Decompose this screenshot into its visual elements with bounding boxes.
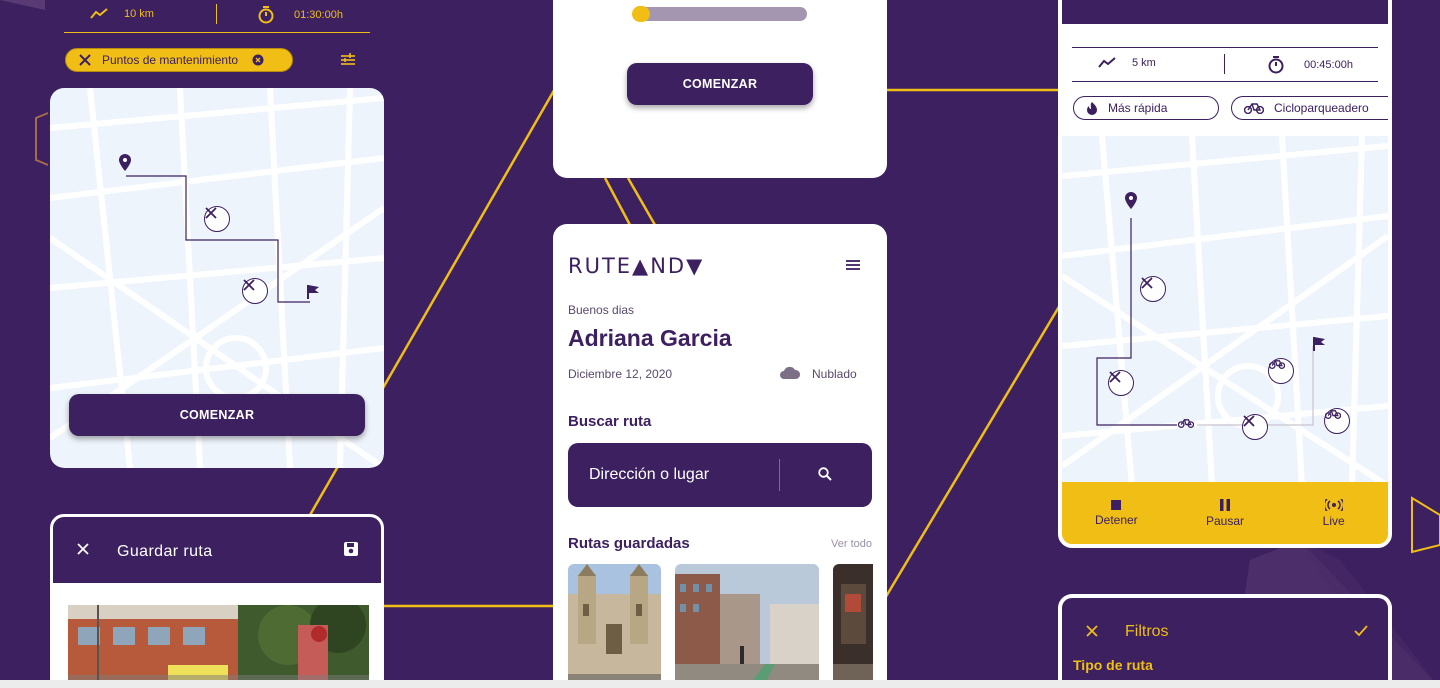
bike-parking-chip[interactable]: Cicloparqueadero (1231, 96, 1388, 120)
active-route-card: 5 km 00:45:00h Más rápida Cicloparqueade… (1058, 0, 1392, 548)
progress-thumb[interactable] (632, 6, 650, 22)
trend-icon (90, 8, 108, 20)
maintenance-point-icon[interactable] (204, 206, 230, 232)
close-icon[interactable] (77, 543, 89, 555)
stop-button[interactable]: Detener (1062, 482, 1171, 544)
saved-route-card[interactable] (568, 564, 661, 688)
check-icon[interactable] (1354, 625, 1368, 637)
filters-title: Filtros (1125, 623, 1169, 640)
maintenance-point-icon[interactable] (1108, 370, 1134, 396)
filters-card: Filtros Tipo de ruta (1058, 594, 1392, 688)
maintenance-point-icon[interactable] (1140, 276, 1166, 302)
time-value: 00:45:00h (1304, 59, 1353, 71)
design-canvas: 10 km 01:30:00h Puntos de mantenimiento (0, 0, 1440, 688)
bike-parking-chip-label: Cicloparqueadero (1274, 101, 1369, 115)
weather: Nublado (812, 367, 857, 381)
route-photo (68, 605, 369, 688)
trend-icon (1098, 57, 1116, 69)
maintenance-chip[interactable]: Puntos de mantenimiento (65, 48, 293, 72)
fastest-chip[interactable]: Más rápida (1073, 96, 1219, 120)
search-input[interactable]: Dirección o lugar (589, 466, 709, 484)
timer-icon (1268, 56, 1284, 74)
cloud-icon (779, 366, 801, 380)
fire-icon (1086, 101, 1098, 115)
search-icon[interactable] (818, 467, 832, 481)
logo-text: RUTE▲ND▼ (568, 254, 705, 278)
saved-route-card[interactable] (833, 564, 873, 688)
pause-button[interactable]: Pausar (1171, 482, 1280, 544)
filter-sliders-icon[interactable] (340, 52, 356, 68)
see-all-link[interactable]: Ver todo (831, 538, 872, 550)
ride-controls: Detener Pausar Live (1062, 482, 1388, 544)
stop-icon (1111, 499, 1122, 510)
start-button[interactable]: COMENZAR (69, 394, 365, 436)
distance-value: 10 km (124, 8, 154, 20)
saved-routes-heading: Rutas guardadas (568, 535, 690, 552)
route-map[interactable]: COMENZAR (50, 88, 384, 468)
menu-icon[interactable] (845, 259, 861, 271)
distance-stat: 5 km (1098, 57, 1156, 69)
search-heading: Buscar ruta (568, 413, 652, 430)
bike-icon (1244, 102, 1264, 114)
distance-value: 5 km (1132, 57, 1156, 69)
close-circle-icon[interactable] (252, 54, 264, 66)
maintenance-chip-label: Puntos de mantenimiento (102, 53, 239, 67)
stop-label: Detener (1094, 512, 1138, 527)
bike-parking-icon[interactable] (1268, 358, 1294, 384)
tools-icon (78, 53, 92, 67)
route-summary-card: 10 km 01:30:00h Puntos de mantenimiento (50, 0, 384, 468)
maintenance-point-icon[interactable] (1242, 414, 1268, 440)
fastest-chip-label: Más rápida (1108, 101, 1168, 115)
active-route-map[interactable] (1062, 136, 1388, 486)
bottom-strip (0, 680, 1440, 688)
time-stat: 01:30:00h (258, 6, 343, 24)
saved-route-card[interactable] (675, 564, 819, 688)
home-card: RUTE▲ND▼ Buenos dias Adriana Garcia Dici… (553, 224, 887, 688)
maintenance-point-icon[interactable] (242, 278, 268, 304)
start-route-card: COMENZAR (553, 0, 887, 178)
live-button[interactable]: Live (1279, 482, 1388, 544)
logo: RUTE▲ND▼ (568, 254, 704, 278)
live-label: Live (1322, 513, 1345, 528)
time-value: 01:30:00h (294, 9, 343, 21)
distance-stat: 10 km (90, 8, 154, 20)
save-icon[interactable] (343, 541, 359, 557)
bike-parking-icon[interactable] (1324, 408, 1350, 434)
header-bar (1062, 0, 1388, 24)
timer-icon (258, 6, 274, 24)
greeting: Buenos dias (568, 303, 635, 317)
time-stat: 00:45:00h (1268, 56, 1353, 74)
close-icon[interactable] (1086, 625, 1098, 637)
search-bar: Dirección o lugar (568, 443, 872, 507)
save-route-title: Guardar ruta (117, 543, 213, 560)
progress-track (633, 7, 807, 21)
save-route-card: Guardar ruta (50, 514, 384, 688)
route-type-heading: Tipo de ruta (1073, 657, 1153, 673)
save-route-header: Guardar ruta (53, 517, 381, 583)
live-icon (1324, 498, 1343, 511)
date: Diciembre 12, 2020 (568, 367, 673, 381)
start-button[interactable]: COMENZAR (627, 63, 813, 105)
pause-icon (1220, 498, 1230, 511)
pause-label: Pausar (1205, 513, 1245, 528)
user-name: Adriana Garcia (568, 325, 732, 351)
